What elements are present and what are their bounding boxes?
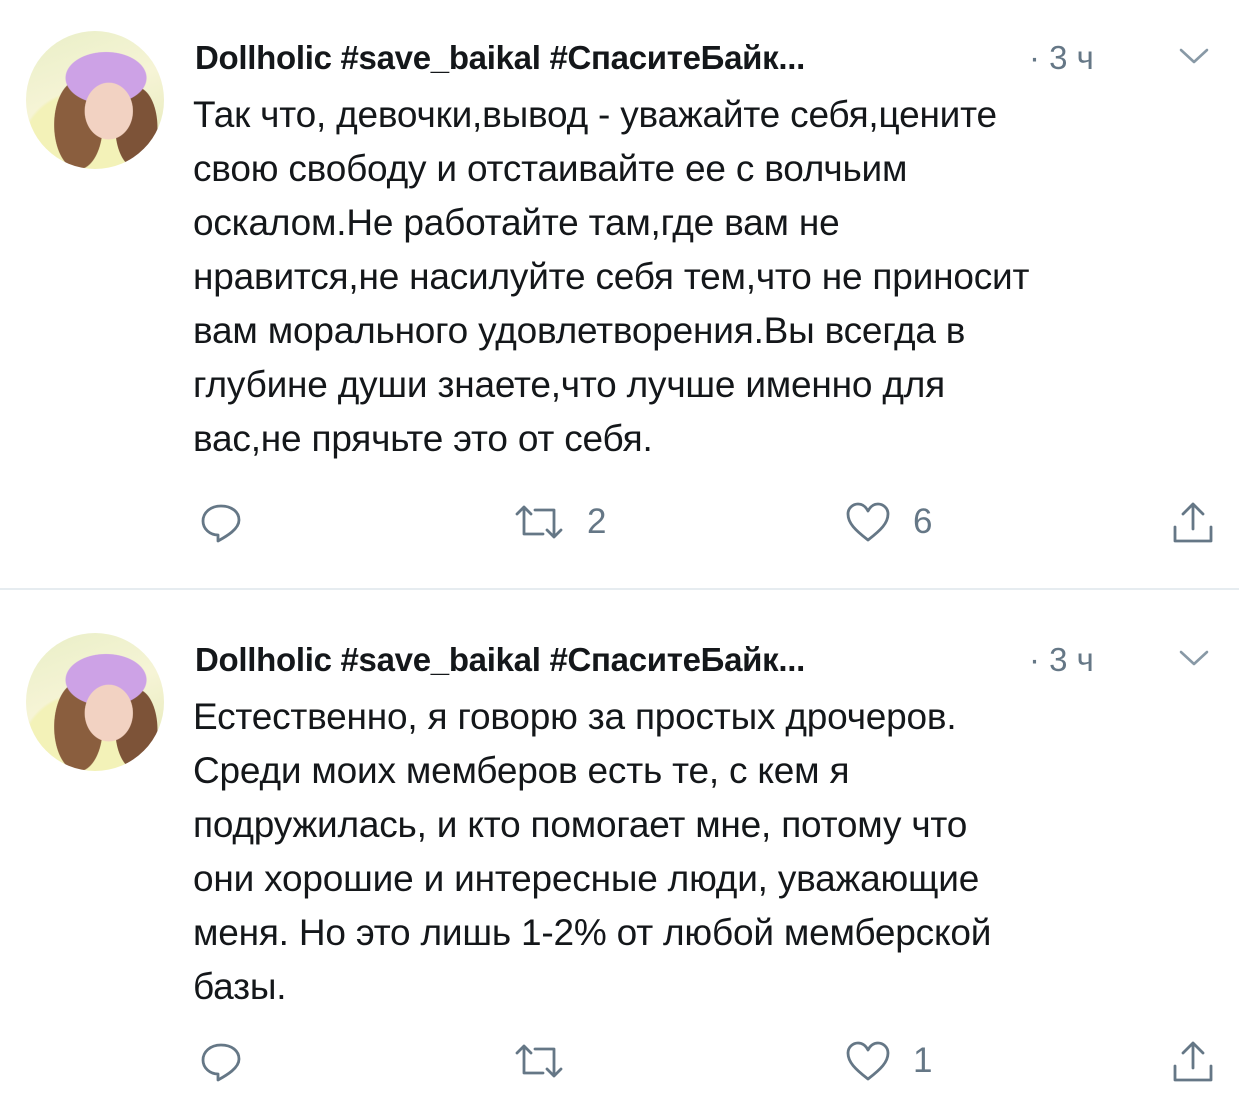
like-button[interactable]: 6 bbox=[845, 497, 932, 547]
share-icon bbox=[1173, 1041, 1213, 1082]
tweet[interactable]: Dollholic #save_baikal #СпаситеБайк... ·… bbox=[0, 0, 1239, 590]
tweet-text-line: базы. bbox=[193, 966, 287, 1007]
like-button[interactable]: 1 bbox=[845, 1036, 932, 1086]
tweet-text-line: Естественно, я говорю за простых дрочеро… bbox=[193, 696, 957, 737]
tweet[interactable]: Dollholic #save_baikal #СпаситеБайк... ·… bbox=[0, 590, 1239, 1108]
tweet-text-line: подружилась, и кто помогает мне, потому … bbox=[193, 804, 968, 845]
tweet-text-line: они хорошие и интересные люди, уважающие bbox=[193, 858, 980, 899]
reply-icon bbox=[201, 1043, 241, 1082]
tweet-text-line: нравится,не насилуйте себя тем,что не пр… bbox=[193, 256, 1030, 297]
tweet-actions: 2 6 bbox=[195, 497, 1215, 547]
share-button[interactable] bbox=[1171, 497, 1215, 547]
chevron-down-icon[interactable] bbox=[1177, 645, 1211, 671]
like-count: 6 bbox=[913, 502, 933, 541]
heart-icon bbox=[846, 1041, 890, 1081]
heart-icon bbox=[846, 502, 890, 542]
tweet-text: Естественно, я говорю за простых дрочеро… bbox=[193, 690, 1223, 1014]
reply-button[interactable] bbox=[199, 497, 243, 547]
avatar[interactable] bbox=[26, 31, 164, 169]
reply-button[interactable] bbox=[199, 1036, 243, 1086]
avatar[interactable] bbox=[26, 633, 164, 771]
tweet-text-line: меня. Но это лишь 1-2% от любой мемберск… bbox=[193, 912, 992, 953]
tweet-text-line: Среди моих мемберов есть те, с кем я bbox=[193, 750, 850, 791]
share-button[interactable] bbox=[1171, 1036, 1215, 1086]
author-name[interactable]: Dollholic #save_baikal #СпаситеБайк... bbox=[195, 635, 805, 685]
tweet-text-line: Так что, девочки,вывод - уважайте себя,ц… bbox=[193, 94, 997, 135]
tweet-text-line: вас,не прячьте это от себя. bbox=[193, 418, 653, 459]
tweet-text-line: оскалом.Не работайте там,где вам не bbox=[193, 202, 840, 243]
reply-icon bbox=[201, 504, 241, 543]
author-name[interactable]: Dollholic #save_baikal #СпаситеБайк... bbox=[195, 33, 805, 83]
chevron-down-icon[interactable] bbox=[1177, 43, 1211, 69]
retweet-icon bbox=[515, 1044, 563, 1078]
share-icon bbox=[1173, 502, 1213, 543]
tweet-text: Так что, девочки,вывод - уважайте себя,ц… bbox=[193, 88, 1223, 466]
retweet-icon bbox=[515, 505, 563, 539]
tweet-actions: 1 bbox=[195, 1036, 1215, 1086]
tweet-text-line: свою свободу и отстаивайте ее с волчьим bbox=[193, 148, 908, 189]
like-count: 1 bbox=[913, 1041, 933, 1080]
tweet-text-line: глубине души знаете,что лучше именно для bbox=[193, 364, 945, 405]
tweet-time[interactable]: · 3 ч bbox=[1029, 635, 1094, 685]
tweet-header: Dollholic #save_baikal #СпаситеБайк... ·… bbox=[195, 635, 1219, 685]
tweet-header: Dollholic #save_baikal #СпаситеБайк... ·… bbox=[195, 33, 1219, 83]
retweet-button[interactable]: 2 bbox=[513, 497, 606, 547]
retweet-button[interactable] bbox=[513, 1036, 587, 1086]
tweet-text-line: вам морального удовлетворения.Вы всегда … bbox=[193, 310, 966, 351]
tweet-time[interactable]: · 3 ч bbox=[1029, 33, 1094, 83]
retweet-count: 2 bbox=[587, 502, 607, 541]
